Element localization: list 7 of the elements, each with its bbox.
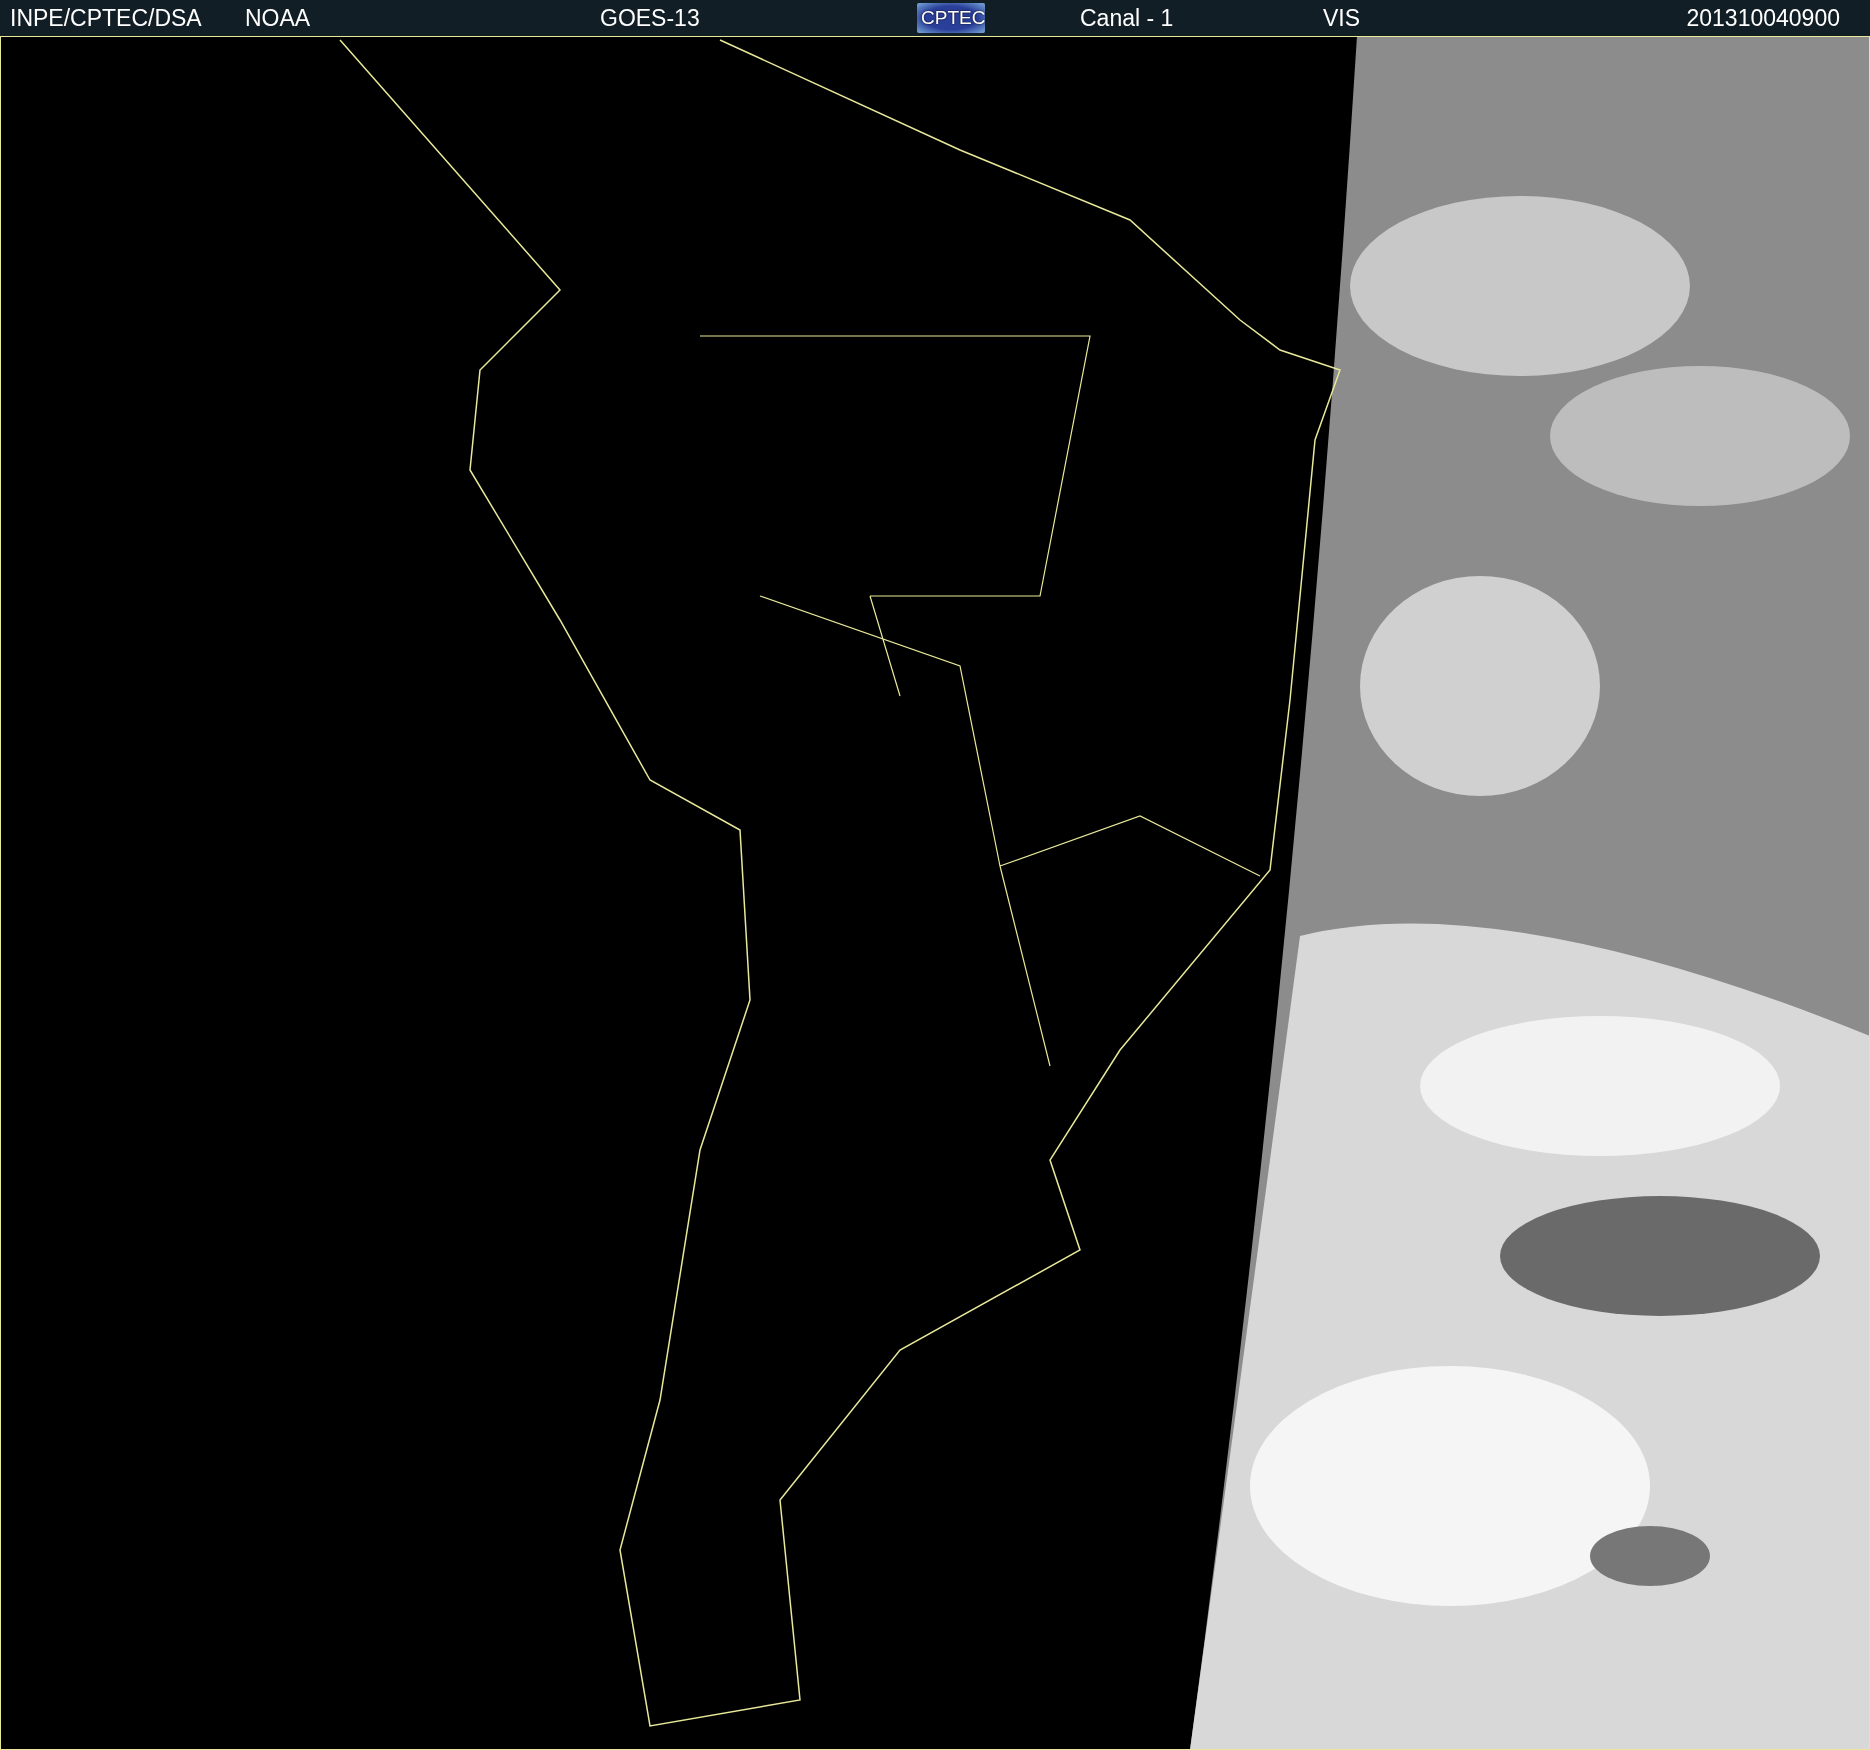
agency-label: NOAA <box>245 4 311 32</box>
channel-label: Canal - 1 <box>1080 4 1174 32</box>
logo: CPTEC <box>917 3 985 33</box>
band-label: VIS <box>1323 4 1361 32</box>
source-label: INPE/CPTEC/DSA <box>10 4 202 32</box>
satellite-label: GOES-13 <box>600 4 700 32</box>
timestamp-label: 201310040900 <box>1686 4 1840 32</box>
